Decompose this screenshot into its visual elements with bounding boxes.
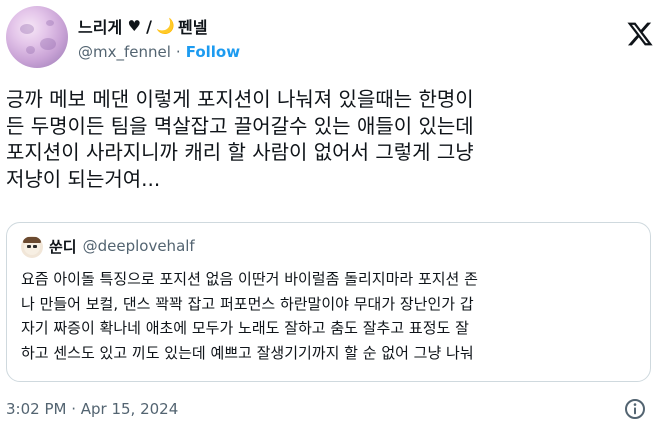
author-name-part1: 느리게 — [78, 18, 123, 37]
tweet-text-line: 저냥이 되는거여... — [6, 166, 161, 191]
quoted-author-avatar — [21, 236, 43, 258]
author-name-part2: 펜넬 — [178, 18, 208, 37]
author-handle[interactable]: @mx_fennel — [78, 43, 171, 61]
quoted-author-line: 쑨디 @deeplovehalf — [49, 235, 195, 257]
name-separator: / — [146, 16, 153, 36]
author-avatar[interactable] — [6, 6, 68, 68]
tweet-text: 긍까 메보 메댄 이렇게 포지션이 나눠져 있을때는 한명이 든 두명이든 팀을… — [6, 86, 658, 192]
tweet-timestamp[interactable]: 3:02 PM · Apr 15, 2024 — [6, 398, 178, 420]
separator-dot: · — [175, 43, 181, 61]
avatar-eye — [33, 245, 37, 248]
quoted-text-line: 하고 센스도 있고 끼도 있는데 예쁘고 잘생기기까지 할 순 없어 그냥 나눠 — [21, 343, 474, 362]
avatar-hair — [23, 237, 41, 243]
timestamp-text: 3:02 PM · Apr 15, 2024 — [6, 400, 179, 418]
tweet-text-line: 든 두명이든 팀을 멱살잡고 끌어갈수 있는 애들이 있는데 — [6, 113, 474, 138]
tweet-text-line: 긍까 메보 메댄 이렇게 포지션이 나눠져 있을때는 한명이 — [6, 87, 474, 111]
quoted-author-name: 쑨디 — [49, 237, 77, 256]
author-handle-line: @mx_fennel · Follow — [78, 41, 240, 63]
tweet-text-line: 포지션이 사라지니까 캐리 할 사람이 없어서 그렇게 그냥 — [6, 140, 474, 164]
quoted-text-line: 요즘 아이돌 특징으로 포지션 없음 이딴거 바이럴좀 돌리지마라 포지션 존 — [21, 270, 478, 288]
crescent-moon-icon: 🌙 — [156, 17, 175, 35]
heart-icon: ♥ — [127, 17, 141, 35]
avatar-crater — [46, 20, 54, 26]
avatar-crater — [40, 38, 56, 50]
quoted-author-handle: @deeplovehalf — [82, 237, 195, 255]
quoted-text-line: 나 만들어 보컬, 댄스 꽉꽉 잡고 퍼포먼스 하란말이야 무대가 장난인가 갑 — [21, 294, 474, 313]
avatar-eye — [27, 245, 31, 248]
tweet-header: 느리게 ♥ / 🌙 펜넬 @mx_fennel · Follow — [6, 6, 658, 70]
author-name[interactable]: 느리게 ♥ / 🌙 펜넬 — [78, 15, 208, 38]
x-logo-icon[interactable] — [625, 20, 655, 48]
quoted-tweet[interactable]: 쑨디 @deeplovehalf 요즘 아이돌 특징으로 포지션 없음 이딴거 … — [6, 222, 651, 382]
info-icon[interactable] — [623, 397, 647, 421]
quoted-text-line: 자기 짜증이 확나네 애초에 모두가 노래도 잘하고 춤도 잘추고 표정도 잘 — [21, 319, 469, 337]
follow-button[interactable]: Follow — [186, 43, 240, 61]
avatar-crater — [26, 46, 35, 54]
avatar-crater — [20, 24, 34, 34]
quoted-tweet-text: 요즘 아이돌 특징으로 포지션 없음 이딴거 바이럴좀 돌리지마라 포지션 존 … — [21, 267, 641, 365]
